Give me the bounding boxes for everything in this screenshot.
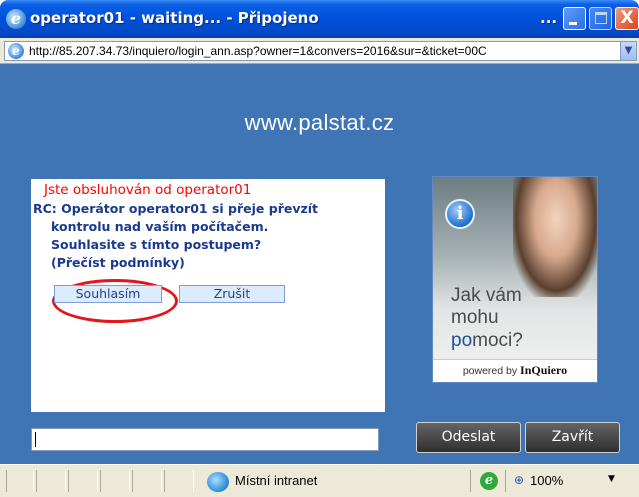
maximize-icon xyxy=(595,12,607,24)
inquiero-ad-banner[interactable]: i Jak vám mohu pomoci? powered by InQuie… xyxy=(432,176,598,383)
chat-message-line: RC: Operátor operator01 si přeje převzít xyxy=(33,201,319,216)
terms-link[interactable]: (Přečíst podmínky) xyxy=(51,255,185,270)
url-text[interactable]: http://85.207.34.73/inquiero/login_ann.a… xyxy=(29,44,619,58)
minimize-button[interactable] xyxy=(563,7,586,30)
cancel-button[interactable]: Zrušit xyxy=(179,285,285,303)
ie-icon: e xyxy=(6,9,26,29)
url-dropdown-button[interactable]: ▼ xyxy=(620,42,636,60)
status-cell xyxy=(68,470,98,492)
agree-button[interactable]: Souhlasím xyxy=(54,285,162,303)
ad-rest-text: moci? xyxy=(472,330,523,351)
address-bar: e http://85.207.34.73/inquiero/login_ann… xyxy=(0,38,639,64)
chat-message-line: Souhlasite s tímto postupem? xyxy=(51,237,262,252)
close-chat-button[interactable]: Zavřít xyxy=(525,422,620,453)
brand-name: InQuiero xyxy=(520,363,568,377)
status-divider xyxy=(505,470,506,492)
zoom-icon[interactable]: ⊕ xyxy=(514,473,524,487)
info-icon: i xyxy=(445,199,475,229)
ad-accent-text: po xyxy=(451,330,473,351)
title-bar: e operator01 - waiting... - Připojeno ..… xyxy=(0,0,639,38)
chat-page: www.palstat.cz Jste obsluhován od operat… xyxy=(0,64,639,464)
zoom-level[interactable]: 100% xyxy=(530,473,563,488)
page-icon: e xyxy=(8,43,24,59)
site-title: www.palstat.cz xyxy=(244,110,395,135)
zoom-dropdown-icon[interactable]: ▼ xyxy=(608,474,615,484)
window-title: operator01 - waiting... - Připojeno xyxy=(30,9,319,27)
message-input[interactable] xyxy=(31,428,379,451)
status-bar: Místní intranet e ⊕ 100% ▼ xyxy=(0,464,639,497)
protected-mode-icon[interactable]: e xyxy=(480,472,498,490)
intranet-zone-icon xyxy=(207,472,229,492)
chat-panel: Jste obsluhován od operator01 RC: Operát… xyxy=(31,179,385,412)
powered-by-text: powered by xyxy=(462,365,521,377)
ad-text-line: mohu xyxy=(451,307,499,328)
maximize-button[interactable] xyxy=(589,7,612,30)
status-cell xyxy=(36,470,66,492)
status-cell xyxy=(100,470,130,492)
security-zone-text: Místní intranet xyxy=(235,473,318,488)
status-cell xyxy=(164,470,194,492)
url-field[interactable]: e http://85.207.34.73/inquiero/login_ann… xyxy=(4,41,637,61)
close-icon: X xyxy=(620,8,634,28)
powered-by-footer: powered by InQuiero xyxy=(433,359,597,382)
chat-message-line: kontrolu nad vaším počítačem. xyxy=(51,219,269,234)
operator-photo xyxy=(513,177,597,297)
status-cell xyxy=(6,470,34,492)
close-window-button[interactable]: X xyxy=(615,7,639,30)
ad-text-line: pomoci? xyxy=(451,330,523,352)
ad-text-line: Jak vám xyxy=(451,285,522,306)
served-by-text: Jste obsluhován od operator01 xyxy=(44,182,252,198)
title-ellipsis: ... xyxy=(540,9,558,27)
status-divider xyxy=(470,470,471,492)
send-button[interactable]: Odeslat xyxy=(416,422,521,453)
text-caret xyxy=(35,432,36,447)
minimize-icon xyxy=(569,22,577,25)
status-cell xyxy=(132,470,162,492)
